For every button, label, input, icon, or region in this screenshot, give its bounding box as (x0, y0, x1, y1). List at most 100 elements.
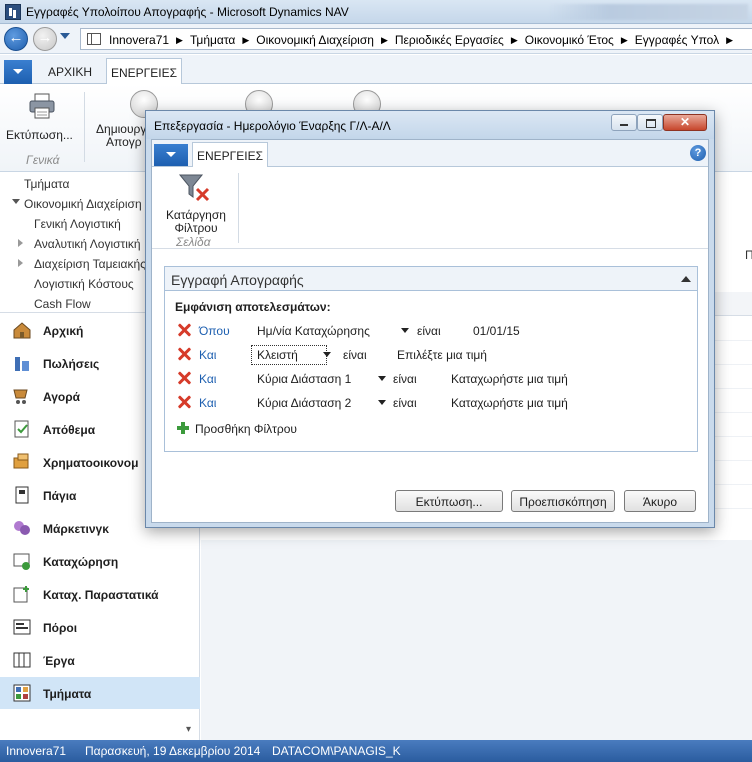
breadcrumb-separator-icon[interactable]: ▶ (511, 35, 518, 46)
chevron-up-icon[interactable] (681, 276, 691, 282)
nav-button-jobs[interactable]: Έργα (0, 644, 200, 676)
filter-field-select[interactable]: Ημ/νία Καταχώρησης (257, 324, 370, 338)
fasttab-header[interactable]: Εγγραφή Απογραφής (165, 267, 697, 291)
breadcrumb-item[interactable]: Τμήματα (190, 33, 235, 47)
nav-button-resources[interactable]: Πόροι (0, 611, 200, 643)
cancel-button[interactable]: Άκυρο (624, 490, 696, 512)
dialog-body: ΕΝΕΡΓΕΙΕΣ ? Κατάργηση Φίλτρου Σελίδα Εγγ… (151, 139, 709, 523)
nav-tree-label: Διαχείριση Ταμειακής (34, 257, 146, 271)
breadcrumb-item[interactable]: Εγγραφές Υπολ (635, 33, 719, 47)
breadcrumb-separator-icon[interactable]: ▶ (176, 35, 183, 46)
filter-conjunction: Και (199, 372, 217, 386)
chevron-right-icon[interactable] (18, 259, 23, 267)
dynamics-nav-app-icon (5, 4, 21, 20)
nav-button-label: Μάρκετινγκ (43, 522, 109, 536)
nav-button-label: Χρηματοοικονομ (43, 456, 139, 470)
filter-field-select[interactable]: Κλειστή (257, 348, 298, 362)
add-filter-button[interactable]: Προσθήκη Φίλτρου (175, 419, 375, 439)
breadcrumb-item[interactable]: Περιοδικές Εργασίες (395, 33, 504, 47)
nav-button-label: Αρχική (43, 324, 84, 338)
dropdown-arrow-icon[interactable] (378, 376, 386, 381)
filter-field-select[interactable]: Κύρια Διάσταση 1 (257, 372, 351, 386)
print-button[interactable]: Εκτύπωση... (395, 490, 503, 512)
back-button[interactable]: ← (4, 27, 28, 51)
filter-conjunction: Όπου (199, 324, 230, 338)
filter-dialog: Επεξεργασία - Ημερολόγιο Έναρξης Γ/Λ-Α/Λ… (145, 110, 715, 528)
remove-filter-icon[interactable] (177, 347, 191, 361)
dialog-title: Επεξεργασία - Ημερολόγιο Έναρξης Γ/Λ-Α/Λ (154, 119, 391, 133)
filter-field-select[interactable]: Κύρια Διάσταση 2 (257, 396, 351, 410)
print-button[interactable]: Εκτύπωση... (6, 90, 78, 150)
clear-filter-button[interactable]: Κατάργηση Φίλτρου (160, 171, 232, 235)
close-icon: ✕ (679, 115, 691, 129)
breadcrumb-item[interactable]: Οικονομικό Έτος (525, 33, 614, 47)
nav-button-label: Απόθεμα (43, 423, 96, 437)
breadcrumb-item[interactable]: Οικονομική Διαχείριση (256, 33, 374, 47)
tab-actions[interactable]: ΕΝΕΡΓΕΙΕΣ (106, 58, 182, 84)
help-icon[interactable]: ? (690, 145, 706, 161)
group-general-label: Γενικά (26, 153, 60, 167)
nav-button-label: Αγορά (43, 390, 81, 404)
breadcrumb-separator-icon[interactable]: ▶ (621, 35, 628, 46)
close-button[interactable]: ✕ (663, 114, 707, 131)
breadcrumb-separator-icon[interactable]: ▶ (242, 35, 249, 46)
breadcrumb-item[interactable]: Innovera71 (109, 33, 169, 47)
filter-operator: είναι (417, 324, 441, 338)
dropdown-arrow-icon[interactable] (378, 400, 386, 405)
address-bar: ← → Innovera71 ▶ Τμήματα ▶ Οικονομική Διαχεί… (0, 24, 752, 54)
breadcrumb-separator-icon[interactable]: ▶ (381, 35, 388, 46)
dropdown-arrow-icon[interactable] (401, 328, 409, 333)
finance-icon (13, 453, 29, 469)
filter-value-input[interactable]: Επιλέξτε μια τιμή (397, 348, 487, 362)
navigation-pane-icon[interactable] (87, 33, 101, 45)
clear-filter-label: Κατάργηση Φίλτρου (160, 209, 232, 235)
dialog-menu-button[interactable] (154, 144, 188, 166)
fasttab-title: Εγγραφή Απογραφής (171, 272, 304, 288)
filter-value-input[interactable]: Καταχωρήστε μια τιμή (451, 372, 568, 386)
jobs-icon (13, 652, 31, 668)
application-menu-button[interactable] (4, 60, 32, 84)
minimize-button[interactable] (611, 114, 637, 131)
dropdown-arrow-icon[interactable] (323, 352, 331, 357)
tab-home[interactable]: ΑΡΧΙΚΗ (48, 65, 92, 79)
filter-value-input[interactable]: 01/01/15 (473, 324, 520, 338)
remove-filter-icon[interactable] (177, 323, 191, 337)
nav-button-label: Έργα (43, 654, 75, 668)
remove-filter-icon[interactable] (177, 371, 191, 385)
status-user: DATACOM\PANAGIS_K (272, 744, 401, 758)
window-title: Εγγραφές Υπολοίπου Απογραφής - Microsoft… (26, 5, 349, 19)
nav-button-label: Καταχ. Παραστατικά (43, 588, 159, 602)
filter-row: Και Κύρια Διάσταση 2 είναι Καταχωρήστε μια … (175, 393, 695, 413)
titlebar-blurred-area (548, 4, 748, 20)
filter-operator: είναι (393, 396, 417, 410)
dialog-ribbon-tabs: ΕΝΕΡΓΕΙΕΣ ? (152, 140, 708, 167)
nav-button-label: Τμήματα (43, 687, 92, 701)
breadcrumb-separator-icon[interactable]: ▶ (726, 35, 733, 46)
filter-value-input[interactable]: Καταχωρήστε μια τιμή (451, 396, 568, 410)
nav-button-posting[interactable]: Καταχώρηση (0, 545, 200, 577)
add-filter-label: Προσθήκη Φίλτρου (195, 422, 297, 436)
status-company: Innovera71 (6, 744, 67, 758)
chevron-down-icon[interactable]: ▾ (186, 724, 191, 735)
nav-button-label: Πόροι (43, 621, 78, 635)
remove-filter-icon[interactable] (177, 395, 191, 409)
filter-operator: είναι (343, 348, 367, 362)
arrow-right-icon: → (37, 29, 53, 46)
breadcrumb-box[interactable]: Innovera71 ▶ Τμήματα ▶ Οικονομική Διαχείριση… (80, 28, 752, 50)
maximize-button[interactable] (637, 114, 663, 131)
nav-button-departments[interactable]: Τμήματα (0, 677, 200, 709)
nav-tree-label: Αναλυτική Λογιστική (34, 237, 141, 251)
chevron-right-icon[interactable] (18, 239, 23, 247)
chevron-down-icon[interactable] (12, 199, 20, 204)
preview-button[interactable]: Προεπισκόπηση (511, 490, 615, 512)
resources-icon (13, 619, 31, 635)
history-dropdown-icon[interactable] (60, 33, 70, 39)
home-icon (13, 322, 31, 339)
nav-button-posted-documents[interactable]: Καταχ. Παραστατικά (0, 578, 200, 610)
show-results-label: Εμφάνιση αποτελεσμάτων: (175, 300, 331, 314)
dialog-ribbon: Κατάργηση Φίλτρου Σελίδα (152, 167, 708, 249)
forward-button[interactable]: → (33, 27, 57, 51)
filter-conjunction: Και (199, 396, 217, 410)
arrow-left-icon: ← (8, 29, 24, 46)
dialog-tab-actions[interactable]: ΕΝΕΡΓΕΙΕΣ (192, 142, 268, 167)
